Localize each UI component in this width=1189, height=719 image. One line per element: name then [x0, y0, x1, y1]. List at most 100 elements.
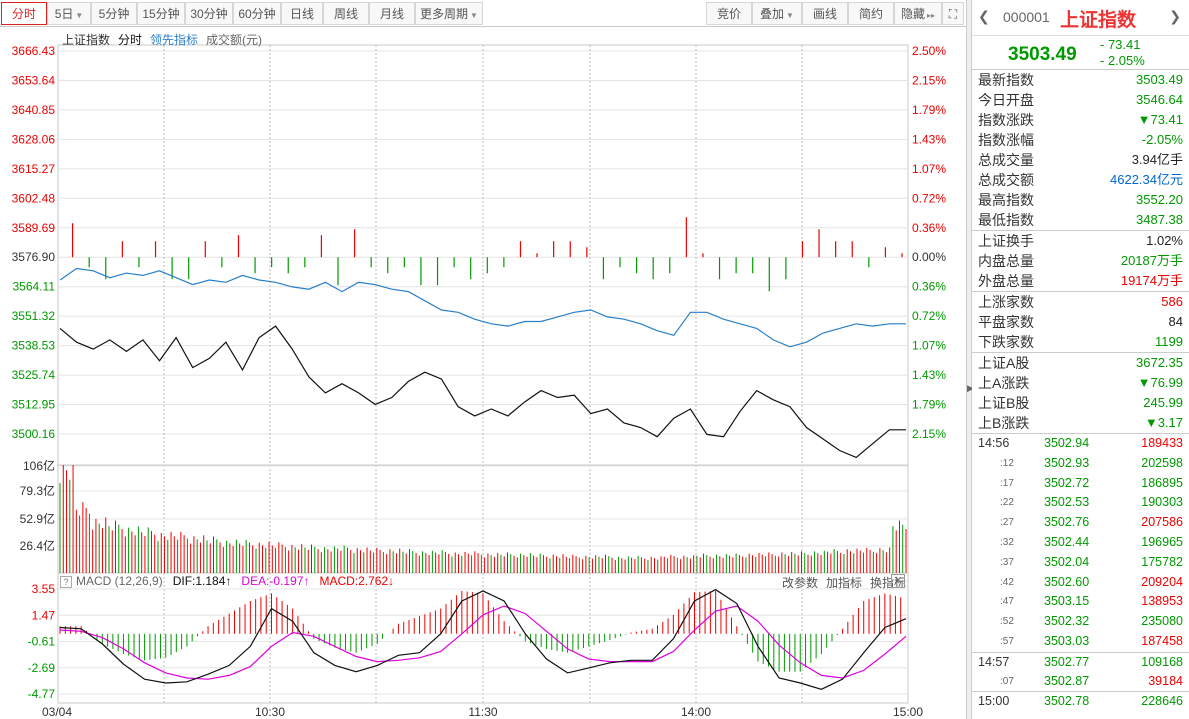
- price-axis-label: 3653.64: [12, 73, 56, 87]
- tick-volume: 186895: [1141, 475, 1183, 490]
- stat-row: 今日开盘 3546.64: [972, 90, 1189, 110]
- tick-list[interactable]: 14:56 3502.94 189433:12 3502.93 202598:17 350…: [972, 434, 1189, 711]
- stat-row: 上证换手 1.02%: [972, 231, 1189, 251]
- chevron-down-icon: ▼: [786, 11, 794, 20]
- price-change: - 73.41- 2.05%: [1100, 37, 1145, 69]
- percent-axis-label: 2.50%: [912, 44, 946, 58]
- legend-title: 上证指数: [62, 33, 111, 47]
- tick-row: :47 3503.15 138953: [972, 592, 1189, 612]
- legend-amount: 成交额(元): [206, 33, 263, 47]
- stat-value: 20187万手: [1120, 253, 1183, 268]
- tick-volume: 109168: [1141, 654, 1183, 669]
- period-button-7[interactable]: 周线: [323, 2, 369, 25]
- macd-axis-label: -2.69: [28, 661, 56, 675]
- next-stock-icon[interactable]: ❯: [1169, 8, 1181, 25]
- stat-label: 指数涨幅: [978, 132, 1034, 148]
- intraday-chart[interactable]: 3666.43 2.50% 3653.64 2.15% 3640.85 1.79% 3628…: [0, 27, 966, 719]
- tool-label: 隐藏: [900, 7, 925, 21]
- percent-axis-label: 1.79%: [912, 398, 946, 412]
- tick-row: :27 3502.76 207586: [972, 513, 1189, 533]
- percent-axis-label: 2.15%: [912, 427, 946, 441]
- macd-dea: DEA:-0.197↑: [241, 574, 310, 588]
- price-axis-label: 3640.85: [12, 103, 56, 117]
- tick-row: :17 3502.72 186895: [972, 474, 1189, 494]
- stats-group-4: 上证A股 3672.35 上A涨跌 ▼76.99 上证B股 245.99 上B涨跌 ▼3.17: [972, 353, 1189, 434]
- stat-label: 上B涨跌: [978, 415, 1030, 431]
- period-button-2[interactable]: 5分钟: [91, 2, 137, 25]
- period-button-1[interactable]: 5日 ▼: [47, 2, 91, 25]
- macd-edit-params-link[interactable]: 改参数: [782, 576, 818, 590]
- period-label: 周线: [333, 7, 358, 21]
- time-axis-label: 03/04: [42, 705, 72, 719]
- tick-row: 14:56 3502.94 189433: [972, 434, 1189, 454]
- tool-button-2[interactable]: 画线: [802, 2, 848, 25]
- tick-time: :07: [1000, 675, 1014, 687]
- stat-row: 最高指数 3552.20: [972, 190, 1189, 210]
- tick-volume: 202598: [1141, 455, 1183, 470]
- stat-value: 19174万手: [1120, 273, 1183, 288]
- percent-axis-label: 1.43%: [912, 368, 946, 382]
- macd-add-indicator-link[interactable]: 加指标: [826, 576, 862, 590]
- stat-label: 总成交额: [978, 172, 1034, 188]
- tick-volume: 228646: [1141, 694, 1183, 709]
- price-axis-label: 3525.74: [12, 368, 56, 382]
- prev-stock-icon[interactable]: ❮: [978, 8, 990, 25]
- chart-legend: 上证指数 分时 领先指标 成交额(元): [62, 31, 270, 48]
- period-button-8[interactable]: 月线: [369, 2, 415, 25]
- tick-price: 3502.53: [1044, 495, 1090, 510]
- period-button-9[interactable]: 更多周期 ▼: [415, 2, 483, 25]
- period-button-5[interactable]: 60分钟: [233, 2, 281, 25]
- stat-label: 上A涨跌: [978, 375, 1030, 391]
- stat-row: 最新指数 3503.49: [972, 70, 1189, 90]
- period-button-0[interactable]: 分时: [1, 2, 47, 25]
- period-label: 5分钟: [98, 7, 130, 21]
- legend-mode[interactable]: 分时: [118, 33, 142, 47]
- tick-time: :32: [1000, 536, 1014, 548]
- tick-price: 3502.87: [1044, 673, 1090, 688]
- period-button-4[interactable]: 30分钟: [185, 2, 233, 25]
- period-button-6[interactable]: 日线: [281, 2, 323, 25]
- stat-value: 1.02%: [1146, 233, 1183, 248]
- macd-close-icon[interactable]: ✕: [891, 574, 905, 588]
- tick-price: 3502.44: [1044, 534, 1090, 549]
- percent-axis-label: 1.07%: [912, 339, 946, 353]
- percent-axis-label: 0.72%: [912, 309, 946, 323]
- tick-volume: 187458: [1141, 633, 1183, 648]
- period-label: 60分钟: [238, 7, 276, 21]
- volume-axis-label: 52.9亿: [20, 511, 55, 526]
- period-label: 30分钟: [190, 7, 228, 21]
- period-label: 更多周期: [420, 7, 469, 21]
- tool-button-4[interactable]: 隐藏 ▸▸: [894, 2, 942, 25]
- percent-axis-label: 1.79%: [912, 103, 946, 117]
- macd-name[interactable]: MACD (12,26,9): [76, 574, 163, 588]
- price-axis-label: 3538.53: [12, 339, 56, 353]
- tick-time: 14:56: [978, 436, 1010, 450]
- period-label: 日线: [289, 7, 314, 21]
- tool-label: 画线: [812, 7, 837, 21]
- macd-dif: DIF:1.184↑: [172, 574, 232, 588]
- stat-label: 上证B股: [978, 395, 1030, 411]
- tool-button-3[interactable]: 简约: [848, 2, 894, 25]
- chevron-down-icon: ▼: [75, 11, 84, 20]
- tool-button-0[interactable]: 竞价: [706, 2, 752, 25]
- macd-help-icon[interactable]: ?: [60, 576, 72, 588]
- time-axis-label: 11:30: [468, 705, 497, 719]
- stock-code: 000001: [1003, 9, 1050, 25]
- legend-lead[interactable]: 领先指标: [150, 33, 198, 47]
- stat-value: -2.05%: [1141, 132, 1183, 147]
- tick-volume: 190303: [1141, 495, 1183, 510]
- tick-price: 3502.94: [1044, 436, 1090, 450]
- price-box: 3503.49 - 73.41- 2.05%: [972, 36, 1189, 70]
- fullscreen-icon[interactable]: ⛶: [942, 2, 964, 25]
- stat-label: 最新指数: [978, 72, 1034, 88]
- collapse-arrow-icon[interactable]: ▶: [967, 376, 974, 400]
- period-button-3[interactable]: 15分钟: [137, 2, 185, 25]
- stat-row: 内盘总量 20187万手: [972, 251, 1189, 271]
- stat-value: 3552.20: [1136, 192, 1183, 207]
- price-axis-label: 3666.43: [12, 44, 56, 58]
- chart-area: 3666.43 2.50% 3653.64 2.15% 3640.85 1.79% 3628…: [0, 27, 966, 719]
- price-axis-label: 3512.95: [12, 398, 56, 412]
- tick-price: 3502.77: [1044, 654, 1090, 669]
- tool-button-1[interactable]: 叠加 ▼: [752, 2, 802, 25]
- price-axis-label: 3602.48: [12, 191, 56, 205]
